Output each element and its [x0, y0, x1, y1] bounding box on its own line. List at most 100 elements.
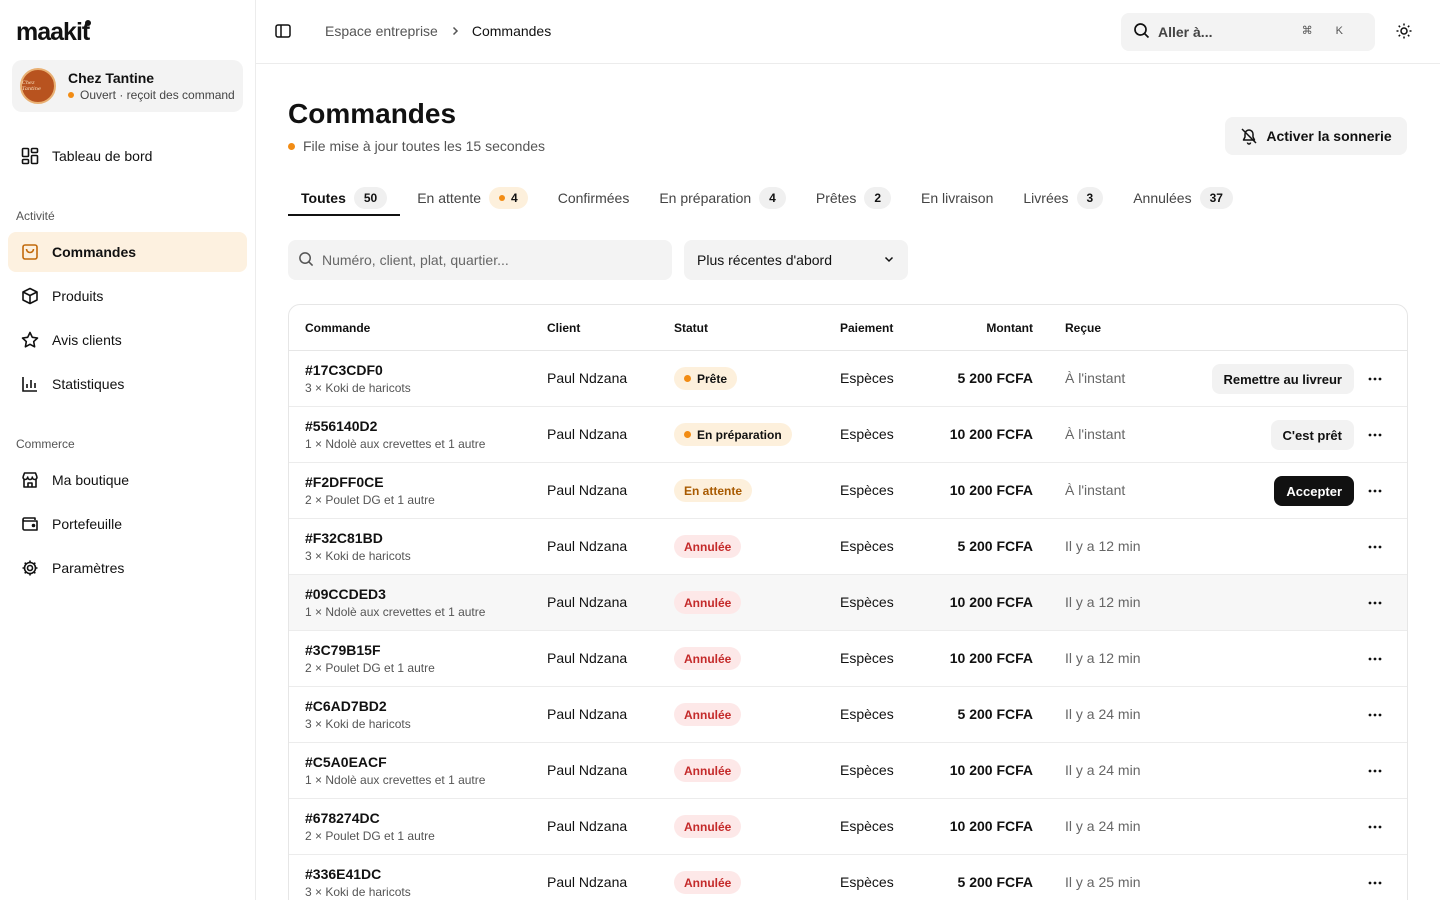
table-row[interactable]: #336E41DC 3 × Koki de haricots Paul Ndzan… [289, 855, 1407, 900]
tab-count: 50 [353, 187, 388, 209]
order-amount: 10 200 FCFA [949, 426, 1033, 442]
sidebar-item-dashboard[interactable]: Tableau de bord [8, 136, 247, 176]
order-payment: Espèces [840, 370, 894, 386]
order-client: Paul Ndzana [547, 482, 628, 498]
order-payment: Espèces [840, 538, 894, 554]
order-items: 1 × Ndolè aux crevettes et 1 autre [305, 437, 486, 451]
enable-ringtone-button[interactable]: Activer la sonnerie [1225, 117, 1407, 155]
tab-ready[interactable]: Prêtes 2 [803, 180, 904, 216]
sidebar-item-reviews[interactable]: Avis clients [8, 320, 247, 360]
order-id[interactable]: #C6AD7BD2 [305, 698, 411, 714]
status-dot [68, 92, 74, 98]
tab-all[interactable]: Toutes 50 [288, 180, 401, 216]
order-id[interactable]: #3C79B15F [305, 642, 435, 658]
order-items: 3 × Koki de haricots [305, 381, 411, 395]
tab-delivering[interactable]: En livraison [908, 180, 1006, 216]
handoff-to-courier-button[interactable]: Remettre au livreur [1211, 364, 1354, 394]
status-badge: Annulée [674, 647, 742, 670]
tab-preparing[interactable]: En préparation 4 [646, 180, 799, 216]
more-options-icon[interactable] [1365, 537, 1385, 557]
order-id[interactable]: #17C3CDF0 [305, 362, 411, 378]
star-icon [20, 330, 40, 350]
sidebar-item-wallet[interactable]: Portefeuille [8, 504, 247, 544]
tab-count: 3 [1076, 187, 1104, 209]
table-row[interactable]: #3C79B15F 2 × Poulet DG et 1 autre Paul N… [289, 631, 1407, 687]
more-options-icon[interactable] [1365, 817, 1385, 837]
order-client: Paul Ndzana [547, 650, 628, 666]
order-amount: 10 200 FCFA [949, 650, 1033, 666]
sidebar-item-label: Commandes [52, 244, 137, 260]
more-options-icon[interactable] [1365, 369, 1385, 389]
order-amount: 5 200 FCFA [957, 874, 1033, 890]
order-client: Paul Ndzana [547, 370, 628, 386]
mark-ready-button[interactable]: C'est prêt [1270, 420, 1354, 450]
order-id[interactable]: #C5A0EACF [305, 754, 485, 770]
order-amount: 10 200 FCFA [949, 818, 1033, 834]
more-options-icon[interactable] [1365, 425, 1385, 445]
tab-pending[interactable]: En attente 4 [404, 180, 541, 216]
accept-order-button[interactable]: Accepter [1274, 476, 1354, 506]
table-row[interactable]: #C6AD7BD2 3 × Koki de haricots Paul Ndzan… [289, 687, 1407, 743]
sidebar-item-orders[interactable]: Commandes [8, 232, 247, 272]
store-icon [20, 470, 40, 490]
table-row[interactable]: #F32C81BD 3 × Koki de haricots Paul Ndzan… [289, 519, 1407, 575]
tab-cancelled[interactable]: Annulées 37 [1120, 180, 1246, 216]
order-received: Il y a 25 min [1065, 874, 1141, 890]
table-row[interactable]: #09CCDED3 1 × Ndolè aux crevettes et 1 au… [289, 575, 1407, 631]
wallet-icon [20, 514, 40, 534]
order-client: Paul Ndzana [547, 594, 628, 610]
sort-select[interactable]: Plus récentes d'abord [684, 240, 908, 280]
sidebar-item-shop[interactable]: Ma boutique [8, 460, 247, 500]
bar-chart-icon [20, 374, 40, 394]
order-items: 2 × Poulet DG et 1 autre [305, 829, 435, 843]
order-amount: 5 200 FCFA [957, 370, 1033, 386]
order-client: Paul Ndzana [547, 706, 628, 722]
more-options-icon[interactable] [1365, 649, 1385, 669]
order-id[interactable]: #F2DFF0CE [305, 474, 435, 490]
sidebar-toggle-icon[interactable] [274, 22, 294, 42]
maakit-logo[interactable]: maakit [16, 18, 102, 46]
sidebar-item-label: Avis clients [52, 332, 122, 348]
orders-search-input[interactable] [322, 252, 652, 268]
more-options-icon[interactable] [1365, 593, 1385, 613]
orders-search[interactable] [288, 240, 672, 280]
order-amount: 5 200 FCFA [957, 538, 1033, 554]
tab-confirmed[interactable]: Confirmées [545, 180, 643, 216]
table-row[interactable]: #678274DC 2 × Poulet DG et 1 autre Paul N… [289, 799, 1407, 855]
chevron-down-icon [883, 252, 895, 268]
svg-text:maakit: maakit [16, 19, 91, 45]
header-amount: Montant [986, 321, 1033, 335]
more-options-icon[interactable] [1365, 873, 1385, 893]
sun-icon[interactable] [1395, 22, 1415, 42]
tab-delivered[interactable]: Livrées 3 [1010, 180, 1116, 216]
table-row[interactable]: #C5A0EACF 1 × Ndolè aux crevettes et 1 au… [289, 743, 1407, 799]
breadcrumb-parent[interactable]: Espace entreprise [325, 23, 438, 39]
order-amount: 10 200 FCFA [949, 594, 1033, 610]
table-row[interactable]: #F2DFF0CE 2 × Poulet DG et 1 autre Paul N… [289, 463, 1407, 519]
table-row[interactable]: #556140D2 1 × Ndolè aux crevettes et 1 au… [289, 407, 1407, 463]
command-search[interactable]: Aller à... ⌘ K [1121, 13, 1375, 51]
order-id[interactable]: #336E41DC [305, 866, 411, 882]
order-received: Il y a 24 min [1065, 818, 1141, 834]
order-id[interactable]: #678274DC [305, 810, 435, 826]
order-client: Paul Ndzana [547, 538, 628, 554]
order-id[interactable]: #556140D2 [305, 418, 485, 434]
sidebar-item-label: Portefeuille [52, 516, 123, 532]
header-status: Statut [674, 321, 708, 335]
order-id[interactable]: #09CCDED3 [305, 586, 485, 602]
sidebar-item-products[interactable]: Produits [8, 276, 247, 316]
order-client: Paul Ndzana [547, 818, 628, 834]
more-options-icon[interactable] [1365, 705, 1385, 725]
order-client: Paul Ndzana [547, 874, 628, 890]
sidebar: maakit Chez Tantine Chez Tantine Ouvert … [0, 0, 256, 900]
sidebar-item-settings[interactable]: Paramètres [8, 548, 247, 588]
more-options-icon[interactable] [1365, 481, 1385, 501]
store-switcher[interactable]: Chez Tantine Chez Tantine Ouvert · reçoi… [12, 60, 243, 112]
table-row[interactable]: #17C3CDF0 3 × Koki de haricots Paul Ndzan… [289, 351, 1407, 407]
status-dot [684, 375, 691, 382]
bell-off-icon [1240, 127, 1258, 145]
order-id[interactable]: #F32C81BD [305, 530, 411, 546]
more-options-icon[interactable] [1365, 761, 1385, 781]
sidebar-item-stats[interactable]: Statistiques [8, 364, 247, 404]
order-payment: Espèces [840, 594, 894, 610]
